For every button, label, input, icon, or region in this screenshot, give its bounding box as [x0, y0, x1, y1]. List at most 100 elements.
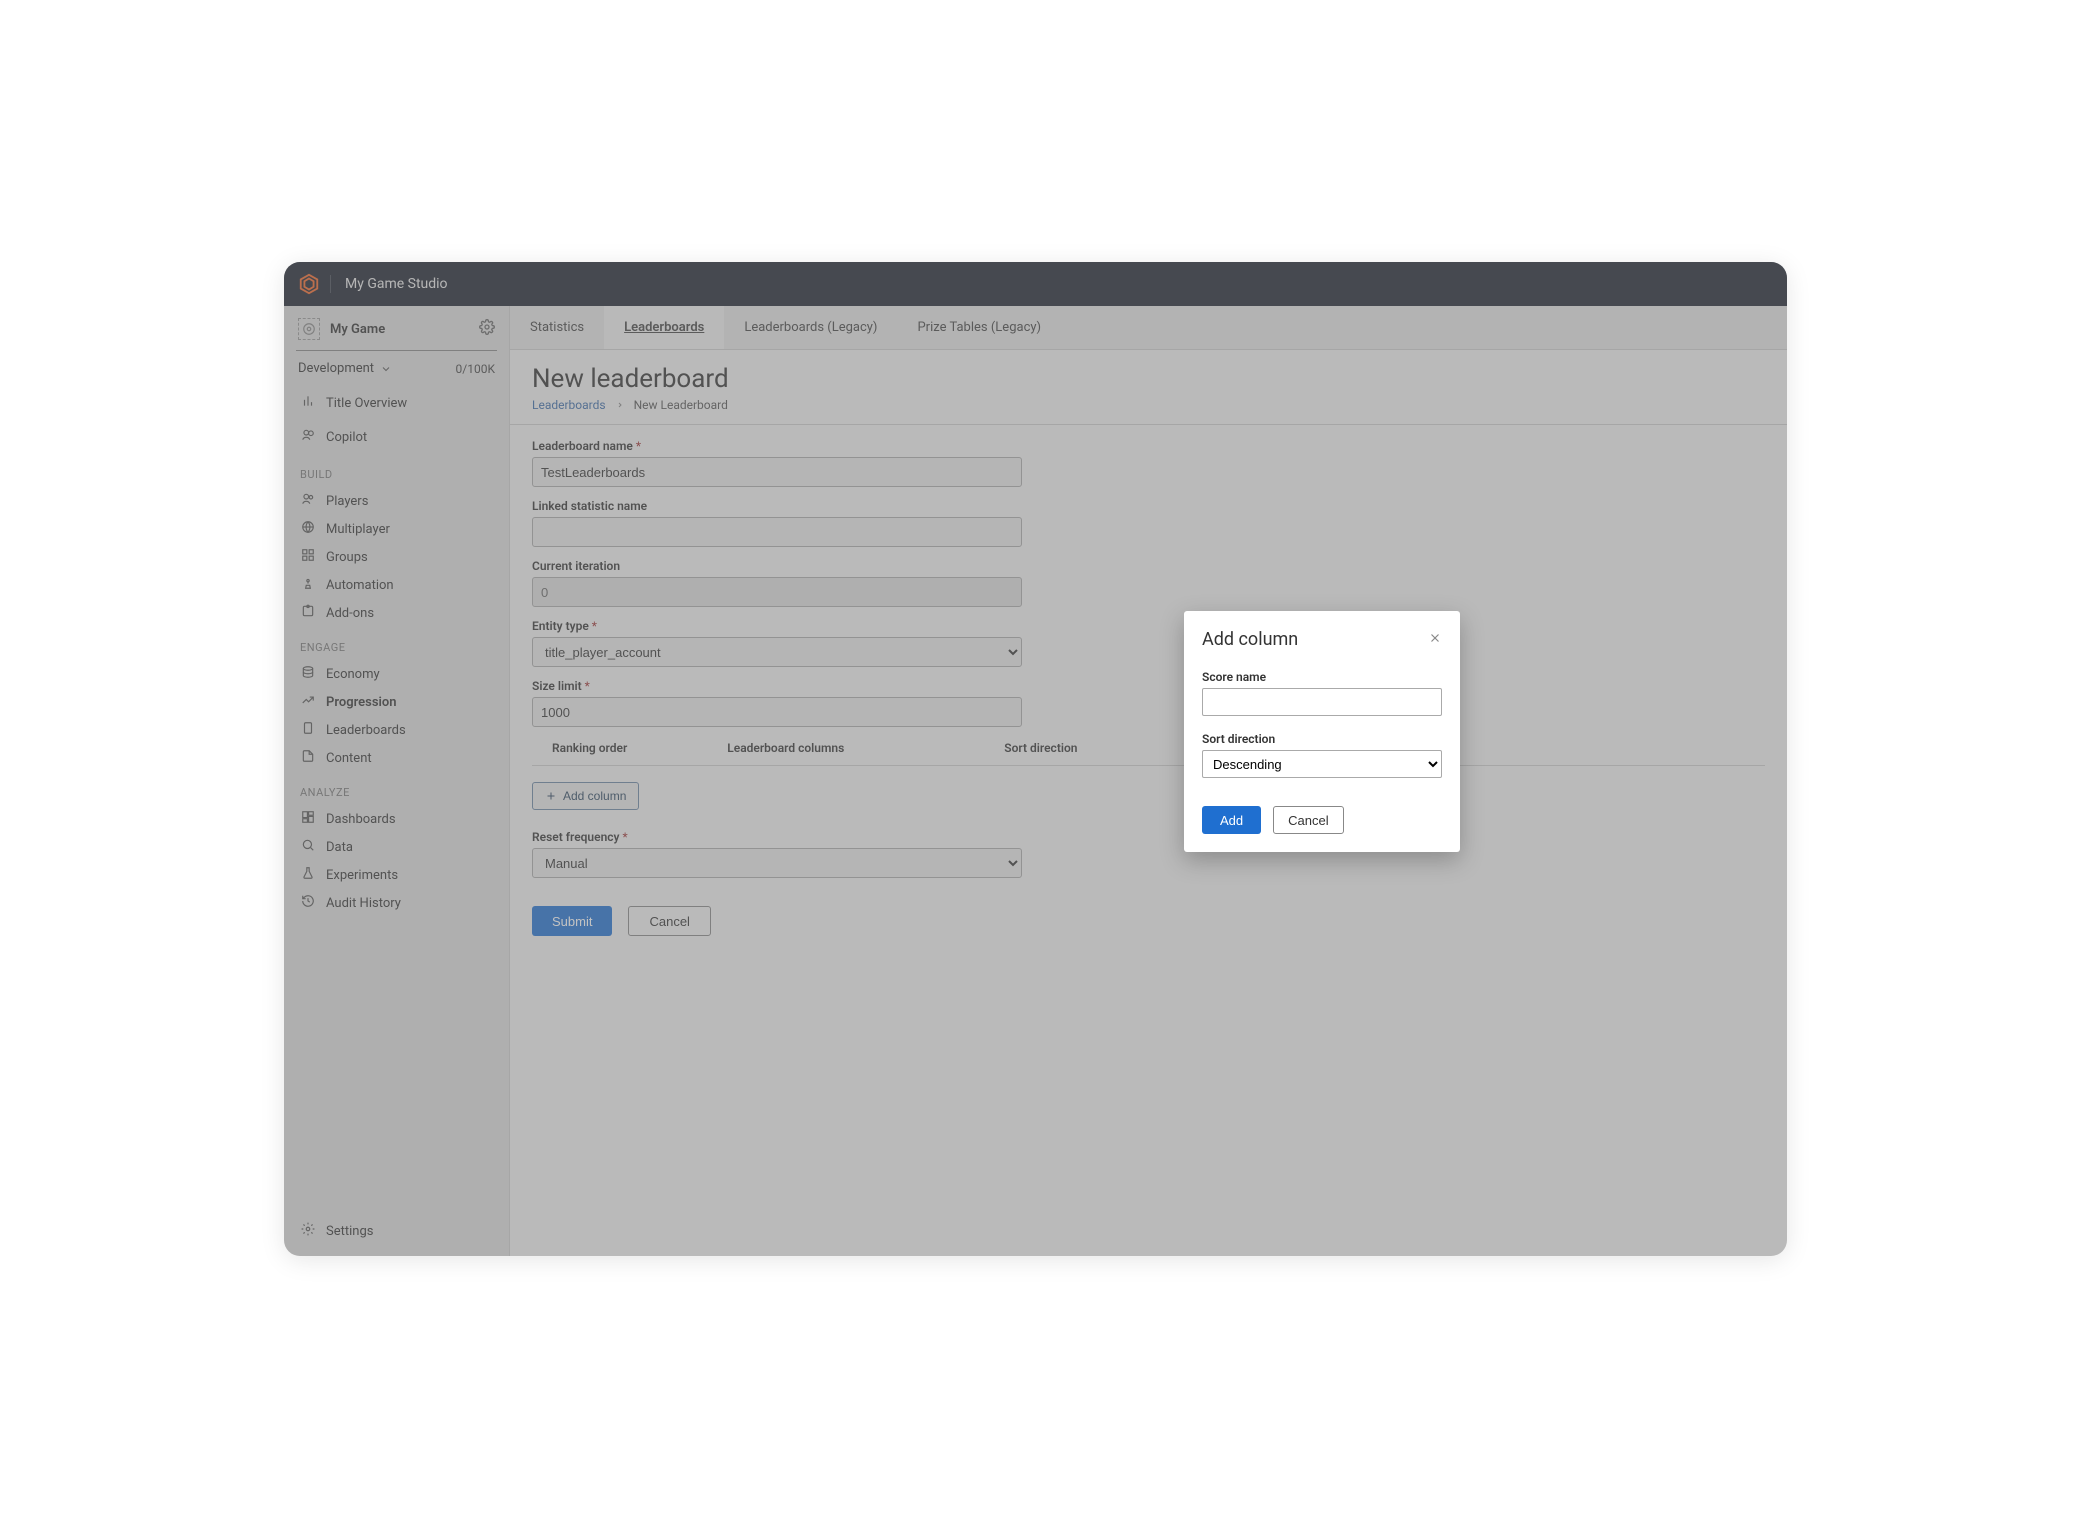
- dashboard-icon: [300, 810, 316, 828]
- modal-title: Add column: [1202, 629, 1298, 650]
- modal-add-button[interactable]: Add: [1202, 806, 1261, 834]
- topbar: My Game Studio: [284, 262, 1787, 306]
- blocks-icon: [300, 548, 316, 566]
- modal-label-sort-direction: Sort direction: [1202, 732, 1442, 746]
- modal-label-score-name: Score name: [1202, 670, 1442, 684]
- label-size-limit: Size limit *: [532, 679, 1765, 693]
- entity-type-select[interactable]: title_player_account: [532, 637, 1022, 667]
- studio-name: My Game Studio: [345, 276, 448, 292]
- sidebar-item-leaderboards[interactable]: Leaderboards: [284, 716, 509, 744]
- tabs: StatisticsLeaderboardsLeaderboards (Lega…: [510, 306, 1787, 350]
- submit-button[interactable]: Submit: [532, 906, 612, 936]
- sidebar-item-add-ons[interactable]: Add-ons: [284, 599, 509, 627]
- page-title: New leaderboard: [532, 364, 1765, 394]
- current-iteration-input: [532, 577, 1022, 607]
- sidebar-item-label: Audit History: [326, 896, 401, 911]
- sidebar-section-header: ANALYZE: [284, 772, 509, 805]
- trend-icon: [300, 693, 316, 711]
- chevron-down-icon: [380, 363, 392, 375]
- add-column-modal: Add column Score name Sort direction Des…: [1184, 611, 1460, 852]
- sparkle-icon: [300, 428, 316, 446]
- game-name: My Game: [330, 322, 469, 337]
- add-column-button[interactable]: Add column: [532, 782, 639, 810]
- sidebar-item-experiments[interactable]: Experiments: [284, 861, 509, 889]
- score-name-input[interactable]: [1202, 688, 1442, 716]
- sidebar-item-title-overview[interactable]: Title Overview: [284, 386, 509, 420]
- flask-icon: [300, 866, 316, 884]
- modal-cancel-button[interactable]: Cancel: [1273, 806, 1343, 834]
- game-header: My Game: [284, 306, 509, 350]
- breadcrumb: Leaderboards New Leaderboard: [532, 398, 1765, 412]
- sidebar-item-label: Economy: [326, 667, 380, 682]
- col-header-sort: Sort direction: [1004, 741, 1077, 755]
- sidebar-item-players[interactable]: Players: [284, 487, 509, 515]
- sidebar-item-label: Progression: [326, 695, 397, 710]
- reset-frequency-select[interactable]: Manual: [532, 848, 1022, 878]
- cancel-button[interactable]: Cancel: [628, 906, 710, 936]
- sidebar-item-label: Experiments: [326, 868, 398, 883]
- label-linked-statistic: Linked statistic name: [532, 499, 1765, 513]
- sidebar-item-automation[interactable]: Automation: [284, 571, 509, 599]
- sidebar-item-content[interactable]: Content: [284, 744, 509, 772]
- sidebar-section-header: BUILD: [284, 454, 509, 487]
- tab-leaderboards-legacy-[interactable]: Leaderboards (Legacy): [724, 306, 897, 349]
- sidebar-item-label: Multiplayer: [326, 522, 390, 537]
- breadcrumb-link[interactable]: Leaderboards: [532, 398, 606, 412]
- sidebar-item-label: Automation: [326, 578, 394, 593]
- sidebar-item-groups[interactable]: Groups: [284, 543, 509, 571]
- breadcrumb-current: New Leaderboard: [634, 398, 728, 412]
- usage-meter: 0/100K: [456, 362, 495, 376]
- sidebar-item-settings[interactable]: Settings: [284, 1206, 509, 1256]
- puzzle-icon: [300, 604, 316, 622]
- label-entity-type: Entity type *: [532, 619, 1765, 633]
- sidebar-item-economy[interactable]: Economy: [284, 660, 509, 688]
- divider: [510, 424, 1787, 425]
- sidebar-item-label: Content: [326, 751, 372, 766]
- columns-header-row: Ranking order Leaderboard columns Sort d…: [532, 741, 1765, 766]
- linked-statistic-input[interactable]: [532, 517, 1022, 547]
- board-icon: [300, 721, 316, 739]
- sidebar-item-label: Copilot: [326, 430, 367, 445]
- sidebar: My Game Development 0/100K Title Overvie…: [284, 306, 510, 1256]
- sidebar-item-label: Data: [326, 840, 353, 855]
- label-current-iteration: Current iteration: [532, 559, 1765, 573]
- sidebar-item-label: Add-ons: [326, 606, 374, 621]
- modal-close-icon[interactable]: [1428, 631, 1442, 649]
- tab-prize-tables-legacy-[interactable]: Prize Tables (Legacy): [897, 306, 1061, 349]
- sidebar-item-label: Dashboards: [326, 812, 396, 827]
- size-limit-input[interactable]: [532, 697, 1022, 727]
- label-leaderboard-name: Leaderboard name *: [532, 439, 1765, 453]
- chart-bar-icon: [300, 394, 316, 412]
- tab-leaderboards[interactable]: Leaderboards: [604, 306, 724, 349]
- game-settings-icon[interactable]: [479, 319, 495, 339]
- content-area: StatisticsLeaderboardsLeaderboards (Lega…: [510, 306, 1787, 1256]
- sidebar-item-data[interactable]: Data: [284, 833, 509, 861]
- sidebar-item-progression[interactable]: Progression: [284, 688, 509, 716]
- globe-icon: [300, 520, 316, 538]
- search-icon: [300, 838, 316, 856]
- sidebar-item-multiplayer[interactable]: Multiplayer: [284, 515, 509, 543]
- sort-direction-select[interactable]: Descending: [1202, 750, 1442, 778]
- sidebar-item-copilot[interactable]: Copilot: [284, 420, 509, 454]
- sidebar-item-dashboards[interactable]: Dashboards: [284, 805, 509, 833]
- brand-logo-icon: [298, 273, 320, 295]
- topbar-separator: [330, 275, 331, 293]
- environment-selector[interactable]: Development 0/100K: [284, 351, 509, 386]
- plus-icon: [545, 790, 557, 802]
- file-icon: [300, 749, 316, 767]
- sidebar-item-label: Leaderboards: [326, 723, 406, 738]
- sidebar-item-label: Groups: [326, 550, 368, 565]
- leaderboard-name-input[interactable]: [532, 457, 1022, 487]
- chevron-right-icon: [616, 401, 624, 409]
- sidebar-item-label: Players: [326, 494, 368, 509]
- users-icon: [300, 492, 316, 510]
- tab-statistics[interactable]: Statistics: [510, 306, 604, 349]
- sidebar-item-audit-history[interactable]: Audit History: [284, 889, 509, 917]
- robot-icon: [300, 576, 316, 594]
- sidebar-item-label: Title Overview: [326, 396, 407, 411]
- label-reset-frequency: Reset frequency *: [532, 830, 1765, 844]
- gear-icon: [300, 1222, 316, 1240]
- sidebar-settings-label: Settings: [326, 1224, 373, 1239]
- app-frame: My Game Studio My Game Development 0/100…: [284, 262, 1787, 1256]
- coins-icon: [300, 665, 316, 683]
